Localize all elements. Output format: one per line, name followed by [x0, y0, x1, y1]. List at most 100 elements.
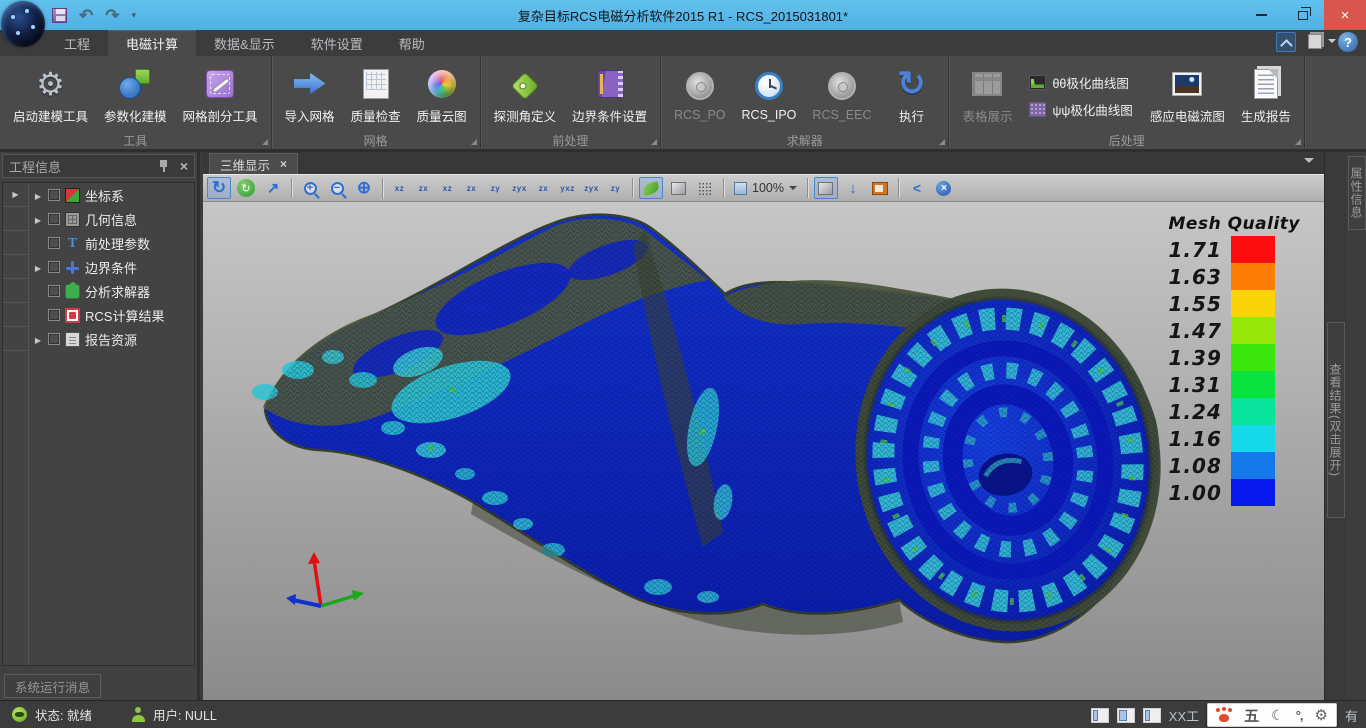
pan-view-button[interactable]: ↗ — [261, 177, 285, 199]
property-info-vertical-tab[interactable]: 属性信息 — [1348, 156, 1366, 230]
collapse-ribbon-button[interactable] — [1276, 32, 1296, 52]
checkbox[interactable] — [48, 213, 60, 225]
grid-mode-button[interactable] — [693, 177, 717, 199]
rcs-ipo-button[interactable]: RCS_IPO — [735, 66, 804, 125]
sync-icon: ↻ — [237, 179, 255, 197]
checkbox[interactable] — [48, 285, 60, 297]
menu-tab-em-computation[interactable]: 电磁计算 — [108, 30, 196, 56]
tree-item-geometry-info[interactable]: ▶ 几何信息 — [29, 207, 194, 231]
table-display-button[interactable]: 表格展示 — [955, 64, 1019, 128]
rotate-view-button[interactable]: ↻ — [207, 177, 231, 199]
window-copy-button[interactable] — [868, 177, 892, 199]
boundary-condition-button[interactable]: 边界条件设置 — [565, 64, 654, 128]
reset-view-button[interactable]: ↻ — [234, 177, 258, 199]
circled-x-icon: × — [936, 181, 951, 196]
checkbox[interactable] — [48, 189, 60, 201]
view-zyx2-button[interactable]: zyx — [581, 177, 602, 199]
checkbox[interactable] — [48, 333, 60, 345]
surface-select-button[interactable] — [814, 177, 838, 199]
ime-settings-icon[interactable]: ⚙ — [1315, 706, 1328, 724]
checkbox[interactable] — [48, 309, 60, 321]
view-zy-button[interactable]: zy — [485, 177, 506, 199]
pin-icon[interactable] — [158, 159, 170, 173]
clear-view-button[interactable]: × — [932, 177, 956, 199]
parametric-modeling-button[interactable]: 参数化建模 — [97, 64, 174, 128]
view-xz2-button[interactable]: xz — [437, 177, 458, 199]
ime-halfwidth-icon[interactable]: ☾ — [1271, 707, 1284, 724]
zoom-in-button[interactable]: + — [298, 177, 322, 199]
share-button[interactable]: < — [905, 177, 929, 199]
view-zx3-button[interactable]: zx — [533, 177, 554, 199]
drop-down-view-button[interactable]: ↓ — [841, 177, 865, 199]
view-zx-button[interactable]: zx — [413, 177, 434, 199]
detect-angle-button[interactable]: 探测角定义 — [487, 64, 564, 128]
layout-left-panel-icon[interactable] — [1091, 708, 1109, 723]
dialog-launcher-icon[interactable] — [262, 139, 268, 145]
ime-logo-icon[interactable] — [1216, 708, 1232, 722]
chevron-right-icon[interactable]: ▶ — [35, 216, 41, 225]
checkbox[interactable] — [48, 237, 60, 249]
legend-title: Mesh Quality — [1169, 214, 1304, 234]
view-zy2-button[interactable]: zy — [605, 177, 626, 199]
chevron-right-icon[interactable]: ▶ — [35, 336, 41, 345]
shaded-mode-button[interactable] — [639, 177, 663, 199]
app-logo[interactable] — [1, 1, 45, 47]
menu-tab-settings[interactable]: 软件设置 — [293, 30, 381, 56]
ime-toolbar[interactable]: 五 ☾ °, ⚙ — [1207, 703, 1337, 727]
tree-item-boundary-conditions[interactable]: ▶ 边界条件 — [29, 255, 194, 279]
ime-wubi-mode[interactable]: 五 — [1244, 705, 1259, 726]
theta-polarization-curve-button[interactable]: θθ极化曲线图 — [1029, 73, 1132, 92]
dialog-launcher-icon[interactable] — [1295, 139, 1301, 145]
zoom-fit-button[interactable]: ⊕ — [352, 177, 376, 199]
psi-polarization-curve-button[interactable]: ψψ极化曲线图 — [1029, 100, 1132, 119]
view-zyx-button[interactable]: zyx — [509, 177, 530, 199]
view-results-vertical-tab[interactable]: 查看结果(双击展开) — [1327, 322, 1345, 518]
rcs-eec-button[interactable]: RCS_EEC — [805, 66, 878, 125]
menu-tab-help[interactable]: 帮助 — [381, 30, 443, 56]
chevron-right-icon[interactable]: ▶ — [12, 190, 18, 199]
dialog-launcher-icon[interactable] — [939, 139, 945, 145]
system-message-tab[interactable]: 系统运行消息 — [4, 674, 101, 698]
minimize-button[interactable] — [1240, 0, 1282, 30]
ime-punctuation-icon[interactable]: °, — [1296, 708, 1303, 723]
tree-item-report-resources[interactable]: ▶ 报告资源 — [29, 327, 194, 351]
import-mesh-button[interactable]: 导入网格 — [278, 64, 342, 128]
tree-item-analysis-solver[interactable]: 分析求解器 — [29, 279, 194, 303]
generate-report-button[interactable]: 生成报告 — [1234, 64, 1298, 128]
restore-button[interactable] — [1282, 0, 1324, 30]
tab-3d-display[interactable]: 三维显示 × — [209, 153, 298, 174]
menu-tab-project[interactable]: 工程 — [46, 30, 108, 56]
checkbox[interactable] — [48, 261, 60, 273]
dialog-launcher-icon[interactable] — [651, 139, 657, 145]
plane-mode-button[interactable] — [666, 177, 690, 199]
tree-item-coordinate-system[interactable]: ▶ 坐标系 — [29, 183, 194, 207]
tab-close-icon[interactable]: × — [280, 157, 287, 171]
quality-check-button[interactable]: 质量检查 — [344, 64, 408, 128]
quality-contour-button[interactable]: 质量云图 — [410, 64, 474, 128]
chevron-right-icon[interactable]: ▶ — [35, 264, 41, 273]
help-icon[interactable]: ? — [1338, 32, 1358, 52]
zoom-percent-select[interactable]: 100% — [730, 181, 801, 195]
panel-close-icon[interactable]: × — [180, 160, 188, 172]
chevron-right-icon[interactable]: ▶ — [35, 192, 41, 201]
zoom-out-button[interactable]: − — [325, 177, 349, 199]
meshing-tool-button[interactable]: 网格剖分工具 — [176, 64, 265, 128]
tab-list-dropdown-icon[interactable] — [1304, 158, 1314, 168]
menu-tab-data-display[interactable]: 数据&显示 — [196, 30, 293, 56]
dialog-launcher-icon[interactable] — [471, 139, 477, 145]
layout-wide-panel-icon[interactable] — [1117, 708, 1135, 723]
tree-item-preprocess-params[interactable]: T 前处理参数 — [29, 231, 194, 255]
tree-item-rcs-results[interactable]: RCS计算结果 — [29, 303, 194, 327]
viewport-3d[interactable]: Mesh Quality 1.71 1.63 1.55 1.47 1.39 1.… — [203, 202, 1324, 700]
style-menu-button[interactable] — [1306, 32, 1328, 52]
layout-split-panel-icon[interactable] — [1143, 708, 1161, 723]
close-button[interactable]: × — [1324, 0, 1366, 30]
mesh-quality-legend: Mesh Quality 1.71 1.63 1.55 1.47 1.39 1.… — [1169, 214, 1304, 506]
view-zx2-button[interactable]: zx — [461, 177, 482, 199]
rcs-po-button[interactable]: RCS_PO — [667, 66, 732, 125]
induced-current-map-button[interactable]: 感应电磁流图 — [1143, 64, 1232, 128]
execute-button[interactable]: ↻ 执行 — [880, 64, 942, 128]
launch-modeling-tool-button[interactable]: ⚙ 启动建模工具 — [6, 64, 95, 128]
view-xz-button[interactable]: xz — [389, 177, 410, 199]
view-yxz-button[interactable]: yxz — [557, 177, 578, 199]
